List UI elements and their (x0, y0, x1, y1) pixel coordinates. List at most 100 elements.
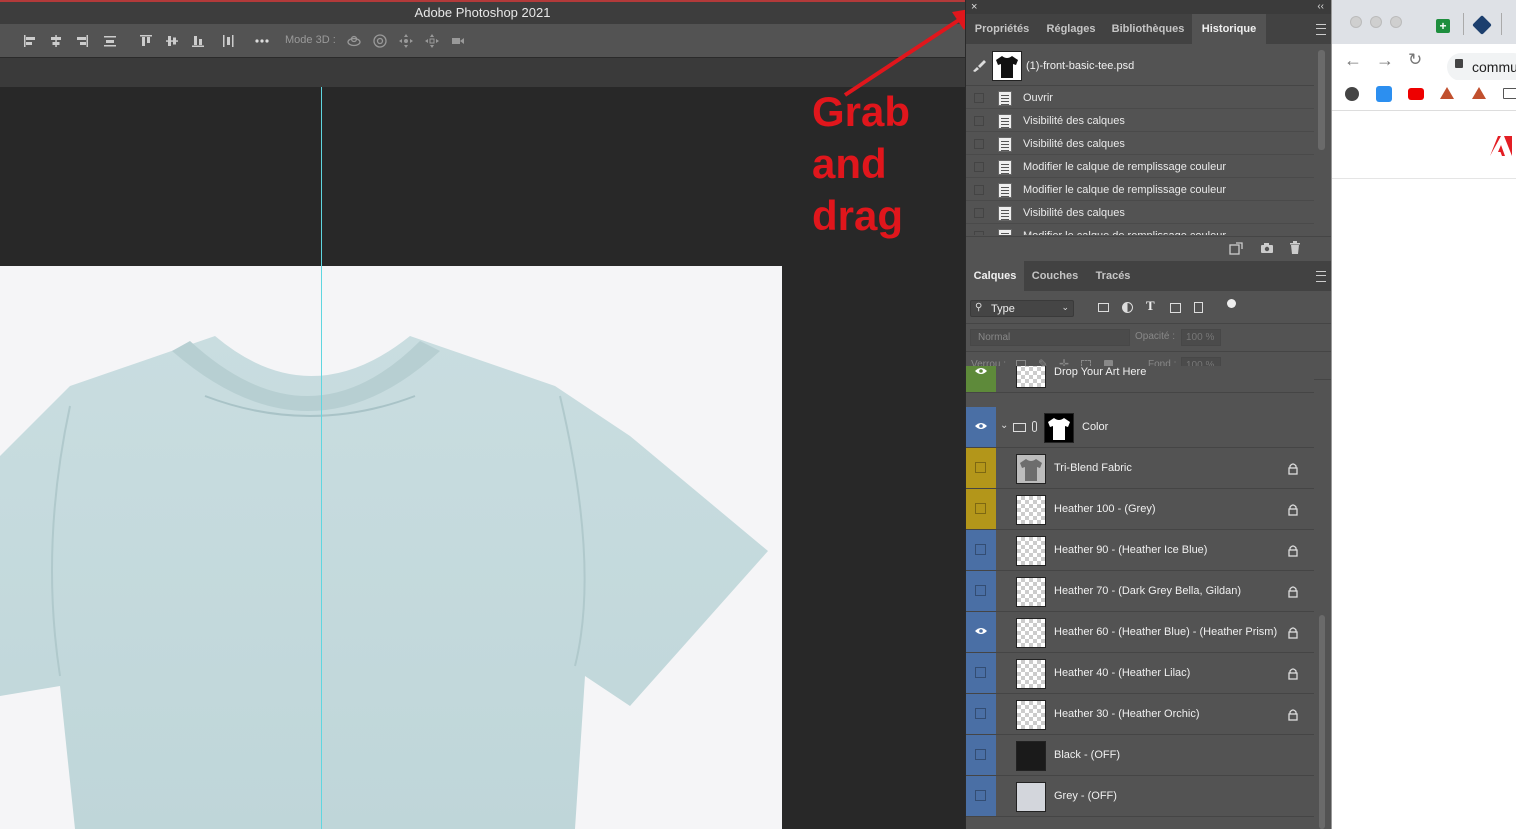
align-right-icon[interactable] (74, 33, 90, 49)
filter-adjustment-icon[interactable] (1122, 302, 1133, 313)
history-item[interactable]: Visibilité des calques (966, 202, 1314, 224)
layer-name: Drop Your Art Here (1054, 366, 1147, 378)
filter-smart-object-icon[interactable] (1194, 302, 1203, 313)
layer-visibility-toggle[interactable] (966, 407, 996, 447)
layer-row[interactable]: Heather 100 - (Grey) (966, 489, 1314, 530)
history-checkbox[interactable] (974, 116, 984, 126)
layer-visibility-toggle[interactable] (966, 776, 996, 816)
blend-mode-select[interactable]: Normal (970, 329, 1130, 346)
url-text: commu (1472, 59, 1516, 75)
address-bar[interactable]: commu (1447, 53, 1516, 81)
document-canvas[interactable] (0, 266, 782, 829)
layer-visibility-toggle[interactable] (966, 612, 996, 652)
layer-visibility-toggle[interactable] (966, 489, 996, 529)
close-window-button[interactable] (1350, 16, 1362, 28)
zoom-window-button[interactable] (1390, 16, 1402, 28)
layer-visibility-toggle[interactable] (966, 448, 996, 488)
tab-proprietes[interactable]: Propriétés (966, 14, 1038, 44)
minimize-window-button[interactable] (1370, 16, 1382, 28)
history-checkbox[interactable] (974, 231, 984, 235)
layer-row[interactable]: Drop Your Art Here (966, 366, 1314, 393)
layer-visibility-toggle[interactable] (966, 653, 996, 693)
history-step-icon (998, 114, 1012, 129)
layer-row[interactable]: Heather 70 - (Dark Grey Bella, Gildan) (966, 571, 1314, 612)
forward-icon[interactable]: → (1376, 50, 1394, 71)
globe-bookmark-icon[interactable] (1345, 87, 1359, 101)
app-tab-icon[interactable] (1472, 15, 1492, 35)
distribute-icon[interactable] (102, 33, 118, 49)
group-expand-icon[interactable]: ⌄ (1000, 420, 1008, 431)
tab-reglages[interactable]: Réglages (1038, 14, 1104, 44)
align-left-icon[interactable] (22, 33, 38, 49)
align-bottom-icon[interactable] (190, 33, 206, 49)
reload-icon[interactable]: ↻ (1408, 50, 1422, 70)
close-panel-icon[interactable]: × (971, 0, 977, 14)
3d-orbit-icon[interactable] (346, 33, 362, 49)
3d-slide-icon[interactable] (424, 33, 440, 49)
layers-panel-menu-icon[interactable] (1316, 271, 1326, 282)
tab-traces[interactable]: Tracés (1086, 261, 1140, 291)
layer-visibility-toggle[interactable] (966, 366, 996, 392)
bookmark-icon[interactable] (1472, 87, 1486, 99)
collapse-panel-icon[interactable]: ‹‹ (1317, 0, 1324, 14)
filter-toggle-icon[interactable] (1227, 299, 1236, 308)
filter-pixel-icon[interactable] (1098, 303, 1109, 312)
bookmark-icon[interactable] (1376, 86, 1392, 102)
align-middle-icon[interactable] (164, 33, 180, 49)
snapshot-camera-icon[interactable] (1260, 242, 1274, 254)
layer-visibility-toggle[interactable] (966, 530, 996, 570)
history-checkbox[interactable] (974, 208, 984, 218)
layer-name: Black - (OFF) (1054, 749, 1120, 761)
history-snapshot[interactable]: (1)-front-basic-tee.psd (966, 47, 1314, 86)
history-checkbox[interactable] (974, 162, 984, 172)
filter-type-select[interactable]: ⚲ Type ⌄ (970, 300, 1074, 317)
layer-row[interactable]: Heather 40 - (Heather Lilac) (966, 653, 1314, 694)
trash-icon[interactable] (1289, 241, 1301, 255)
3d-camera-icon[interactable] (450, 33, 466, 49)
layer-visibility-toggle[interactable] (966, 571, 996, 611)
layer-visibility-toggle[interactable] (966, 735, 996, 775)
distribute-v-icon[interactable] (220, 33, 236, 49)
sheets-tab-icon[interactable]: + (1436, 19, 1450, 33)
align-center-h-icon[interactable] (48, 33, 64, 49)
back-icon[interactable]: ← (1344, 50, 1362, 71)
history-item[interactable]: Ouvrir (966, 87, 1314, 109)
folder-bookmark-icon[interactable] (1503, 88, 1516, 99)
history-checkbox[interactable] (974, 139, 984, 149)
tab-historique[interactable]: Historique (1192, 14, 1266, 44)
layer-visibility-toggle[interactable] (966, 694, 996, 734)
more-options-icon[interactable] (254, 33, 270, 49)
layers-scrollbar[interactable] (1319, 615, 1325, 829)
history-item[interactable]: Modifier le calque de remplissage couleu… (966, 179, 1314, 201)
history-checkbox[interactable] (974, 93, 984, 103)
new-document-from-state-icon[interactable] (1229, 242, 1243, 255)
youtube-bookmark-icon[interactable] (1408, 88, 1424, 100)
history-item[interactable]: Modifier le calque de remplissage couleu… (966, 225, 1314, 235)
filter-text-icon[interactable]: T (1146, 298, 1155, 314)
history-item[interactable]: Modifier le calque de remplissage couleu… (966, 156, 1314, 178)
history-scrollbar[interactable] (1318, 50, 1325, 150)
layer-row[interactable]: Heather 90 - (Heather Ice Blue) (966, 530, 1314, 571)
tab-couches[interactable]: Couches (1024, 261, 1086, 291)
3d-pan-icon[interactable] (398, 33, 414, 49)
layer-row[interactable]: Tri-Blend Fabric (966, 448, 1314, 489)
layer-row[interactable]: Heather 60 - (Heather Blue) - (Heather P… (966, 612, 1314, 653)
layer-row[interactable]: Heather 30 - (Heather Orchic) (966, 694, 1314, 735)
3d-roll-icon[interactable] (372, 33, 388, 49)
history-checkbox[interactable] (974, 185, 984, 195)
align-top-icon[interactable] (138, 33, 154, 49)
layer-row[interactable]: ⌄ Color (966, 407, 1314, 448)
panel-drag-bar[interactable]: × ‹‹ (966, 0, 1332, 14)
opacity-input[interactable]: 100 % (1181, 329, 1221, 346)
layer-row[interactable]: Black - (OFF) (966, 735, 1314, 776)
canvas-guide-line[interactable] (321, 87, 322, 829)
history-item[interactable]: Visibilité des calques (966, 133, 1314, 155)
tab-bibliotheques[interactable]: Bibliothèques (1104, 14, 1192, 44)
filter-shape-icon[interactable] (1170, 303, 1181, 313)
history-brush-icon[interactable] (972, 60, 986, 72)
layer-row[interactable]: Grey - (OFF) (966, 776, 1314, 817)
history-item[interactable]: Visibilité des calques (966, 110, 1314, 132)
tab-calques[interactable]: Calques (966, 261, 1024, 291)
bookmark-icon[interactable] (1440, 87, 1454, 99)
history-panel-menu-icon[interactable] (1316, 24, 1326, 35)
